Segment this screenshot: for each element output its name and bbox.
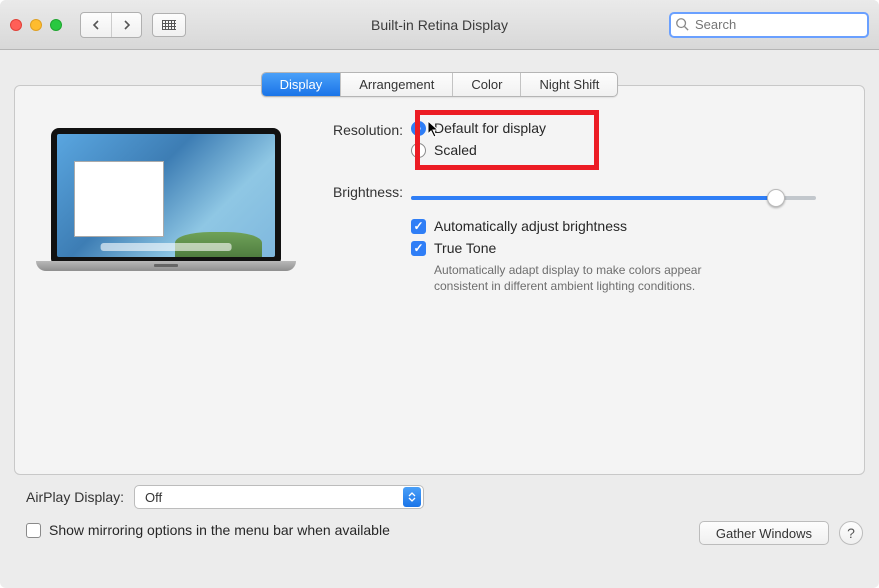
airplay-row: AirPlay Display: Off xyxy=(26,485,863,509)
close-window-button[interactable] xyxy=(10,19,22,31)
gather-windows-button[interactable]: Gather Windows xyxy=(699,521,829,545)
forward-button[interactable] xyxy=(111,13,141,37)
resolution-row: Resolution: Default for display Scaled xyxy=(311,120,836,164)
mirroring-label: Show mirroring options in the menu bar w… xyxy=(49,522,390,538)
resolution-scaled-option[interactable]: Scaled xyxy=(411,142,836,158)
help-button[interactable]: ? xyxy=(839,521,863,545)
tab-arrangement[interactable]: Arrangement xyxy=(341,73,453,96)
settings-column: Resolution: Default for display Scaled xyxy=(311,120,836,312)
checkbox-icon xyxy=(411,241,426,256)
mirroring-checkbox[interactable]: Show mirroring options in the menu bar w… xyxy=(26,522,390,538)
search-icon xyxy=(675,17,689,31)
brightness-slider-thumb[interactable] xyxy=(767,189,785,207)
tab-display[interactable]: Display xyxy=(262,73,342,96)
footer-row: Show mirroring options in the menu bar w… xyxy=(26,521,863,545)
airplay-label: AirPlay Display: xyxy=(26,489,124,505)
true-tone-label: True Tone xyxy=(434,240,496,256)
resolution-label: Resolution: xyxy=(311,120,411,138)
radio-icon xyxy=(411,121,426,136)
resolution-default-label: Default for display xyxy=(434,120,546,136)
grid-icon xyxy=(162,20,176,30)
tab-color[interactable]: Color xyxy=(453,73,521,96)
cursor-icon xyxy=(427,120,441,138)
brightness-label: Brightness: xyxy=(311,182,411,200)
traffic-lights xyxy=(10,19,62,31)
segmented-tabs: Display Arrangement Color Night Shift xyxy=(261,72,619,97)
true-tone-checkbox[interactable]: True Tone xyxy=(411,240,816,256)
back-button[interactable] xyxy=(81,13,111,37)
checkbox-icon xyxy=(411,219,426,234)
bottom-area: AirPlay Display: Off Show mirroring opti… xyxy=(0,475,879,545)
airplay-select-value: Off xyxy=(145,490,162,505)
search-input[interactable] xyxy=(669,12,869,38)
brightness-slider[interactable] xyxy=(411,196,816,200)
search-field-wrap xyxy=(669,12,869,38)
system-preferences-window: Built-in Retina Display Display Arrangem… xyxy=(0,0,879,588)
gather-windows-label: Gather Windows xyxy=(716,526,812,541)
brightness-slider-fill xyxy=(411,196,776,200)
minimize-window-button[interactable] xyxy=(30,19,42,31)
resolution-default-option[interactable]: Default for display xyxy=(411,120,836,136)
resolution-scaled-label: Scaled xyxy=(434,142,477,158)
auto-brightness-checkbox[interactable]: Automatically adjust brightness xyxy=(411,218,816,234)
airplay-select[interactable]: Off xyxy=(134,485,424,509)
display-preview-image xyxy=(51,128,281,278)
help-icon: ? xyxy=(847,525,855,541)
nav-history-buttons xyxy=(80,12,142,38)
zoom-window-button[interactable] xyxy=(50,19,62,31)
true-tone-description: Automatically adapt display to make colo… xyxy=(434,262,734,294)
dropdown-icon xyxy=(403,487,421,507)
titlebar: Built-in Retina Display xyxy=(0,0,879,50)
radio-icon xyxy=(411,143,426,158)
checkbox-icon xyxy=(26,523,41,538)
tab-night-shift[interactable]: Night Shift xyxy=(521,73,617,96)
auto-brightness-label: Automatically adjust brightness xyxy=(434,218,627,234)
brightness-row: Brightness: Automatically adjust brightn… xyxy=(311,182,836,294)
display-settings-panel: Resolution: Default for display Scaled xyxy=(14,85,865,475)
show-all-button[interactable] xyxy=(152,13,186,37)
